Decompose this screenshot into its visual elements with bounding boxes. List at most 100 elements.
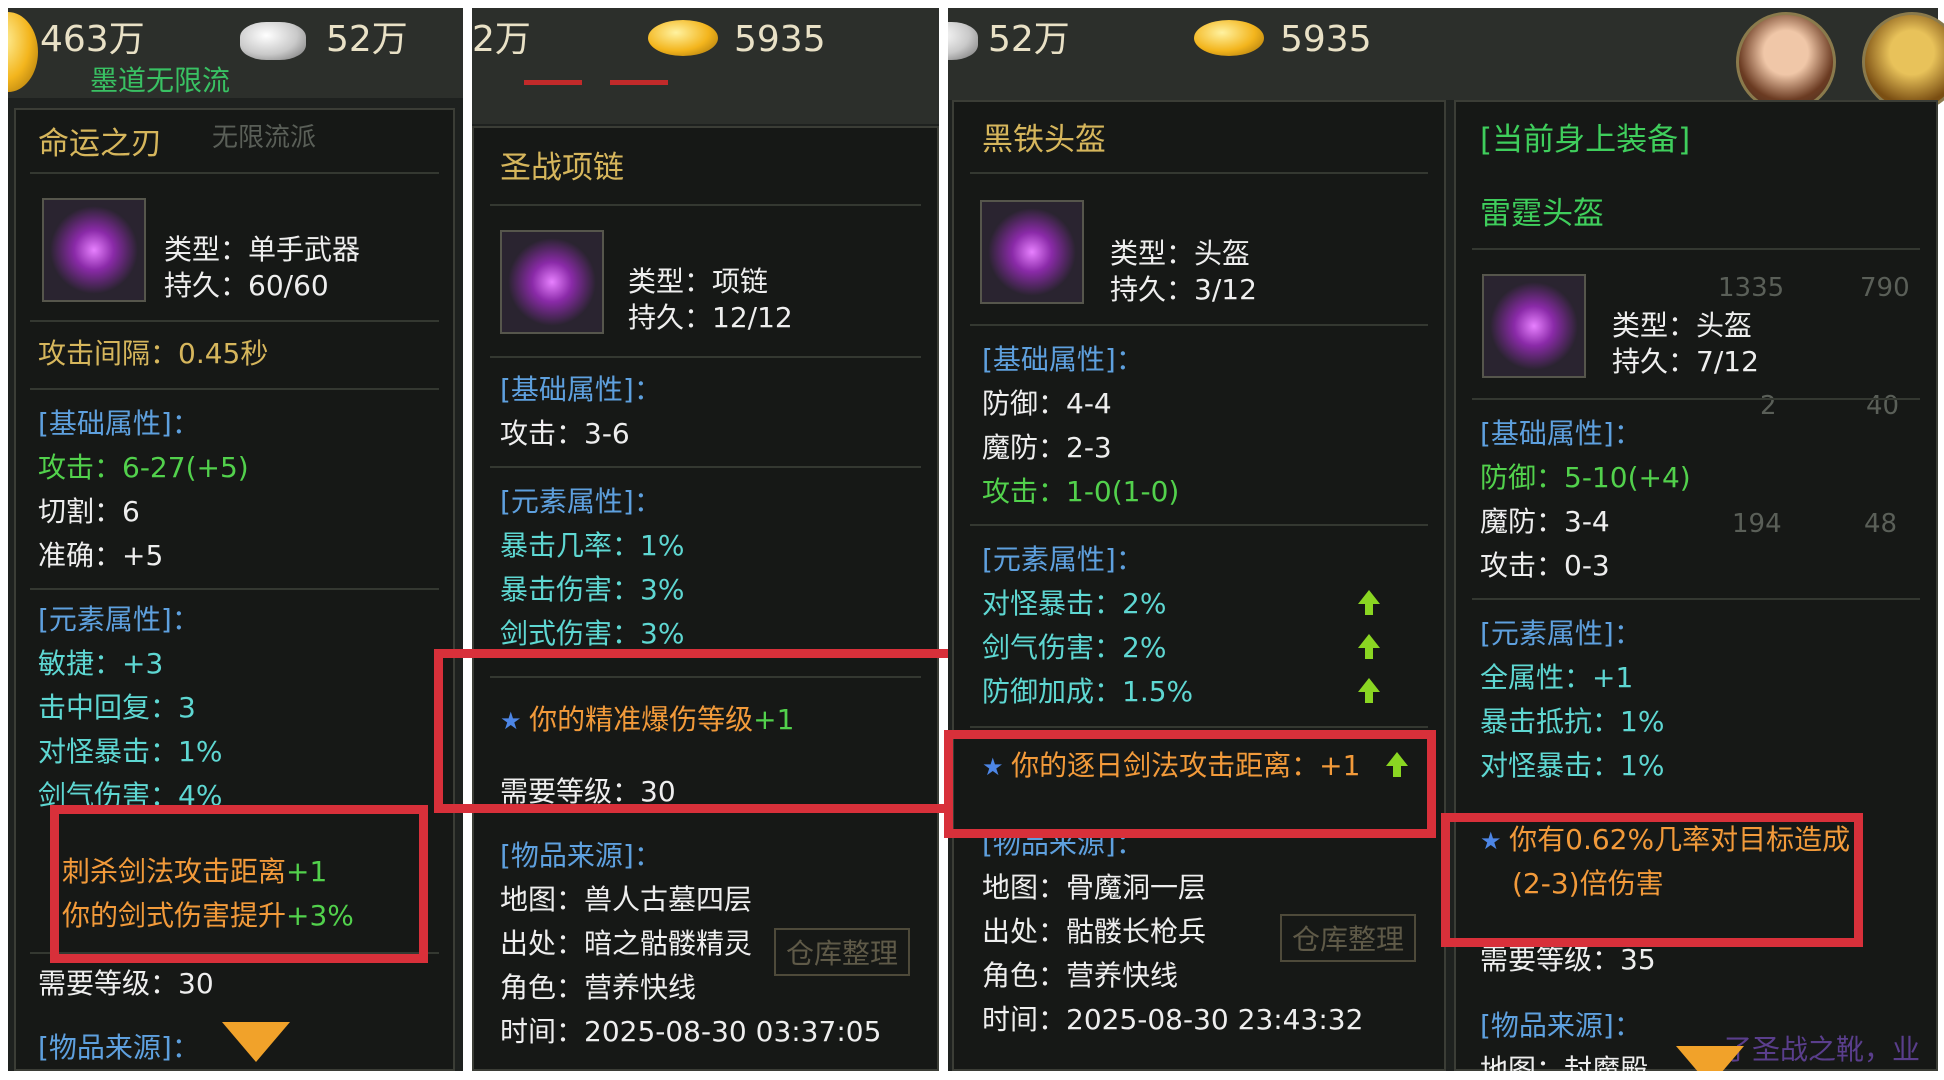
silver-pile-icon bbox=[948, 22, 978, 60]
source-origin: 出处：骷髅长枪兵 bbox=[982, 915, 1207, 948]
highlight-box-4 bbox=[1441, 813, 1863, 947]
highlight-box-3 bbox=[944, 730, 1436, 838]
scroll-down-arrow-icon[interactable] bbox=[222, 1022, 290, 1062]
item-name: 圣战项链 bbox=[500, 150, 624, 186]
defense-stat: 防御：4-4 bbox=[982, 387, 1112, 420]
sword-qi-damage-stat: 剑气伤害：2% bbox=[982, 631, 1167, 664]
tooltip-card: 黑铁头盔 类型：头盔 持久：3/12 [基础属性]： 防御：4-4 魔防：2-3… bbox=[952, 100, 1446, 1071]
accuracy-stat: 准确：+5 bbox=[38, 539, 164, 572]
bg-number: 1335 bbox=[1718, 273, 1785, 303]
crit-resist-stat: 暴击抵抗：1% bbox=[1480, 705, 1665, 738]
source-map: 地图：兽人古墓四层 bbox=[500, 883, 753, 916]
source-role: 角色：营养快线 bbox=[500, 971, 697, 1004]
element-attributes-header: [元素属性]： bbox=[500, 485, 662, 518]
bg-number: 2 bbox=[1760, 391, 1777, 421]
item-source-header: [物品来源]： bbox=[38, 1031, 200, 1064]
gold-amount: 2万 bbox=[472, 19, 531, 60]
storage-sort-button[interactable]: 仓库整理 bbox=[774, 928, 911, 976]
highlight-box-2 bbox=[434, 649, 960, 813]
bg-number: 48 bbox=[1864, 509, 1898, 539]
silver-amount: 52万 bbox=[326, 19, 408, 60]
source-role: 角色：营养快线 bbox=[982, 959, 1179, 992]
equipped-header: [当前身上装备] bbox=[1480, 122, 1691, 158]
base-attributes-header: [基础属性]： bbox=[38, 407, 200, 440]
item-tooltip-panel-2: 2万 5935 圣战项链 类型：项链 持久：12/12 [基础属性]： 攻击：3… bbox=[472, 8, 939, 1071]
source-map: 地图：骨魔洞一层 bbox=[982, 871, 1207, 904]
silver-amount: 52万 bbox=[988, 19, 1070, 60]
source-map-partial: 地图：封魔殿 bbox=[1480, 1053, 1649, 1071]
upgrade-arrow-icon bbox=[1358, 590, 1380, 615]
item-name: 雷霆头盔 bbox=[1480, 196, 1604, 232]
ingot-amount: 5935 bbox=[734, 19, 826, 60]
gold-ingot-icon bbox=[1194, 20, 1264, 56]
item-type: 类型：头盔 bbox=[1612, 309, 1753, 342]
defense-bonus-stat: 防御加成：1.5% bbox=[982, 675, 1194, 708]
necklace-item-icon bbox=[500, 230, 604, 334]
attack-interval: 攻击间隔：0.45秒 bbox=[38, 337, 269, 370]
item-name: 命运之刃 bbox=[38, 126, 162, 162]
crit-damage-stat: 暴击伤害：3% bbox=[500, 573, 685, 606]
element-attributes-header: [元素属性]： bbox=[38, 603, 200, 636]
source-origin: 出处：暗之骷髅精灵 bbox=[500, 927, 753, 960]
highlight-box-1 bbox=[50, 805, 428, 963]
item-source-header: [物品来源]： bbox=[500, 839, 662, 872]
item-tooltip-panel-3-card: 黑铁头盔 类型：头盔 持久：3/12 [基础属性]： 防御：4-4 魔防：2-3… bbox=[948, 100, 1454, 1071]
bg-number: 40 bbox=[1866, 391, 1900, 421]
monster-crit-stat: 对怪暴击：1% bbox=[38, 735, 223, 768]
defense-stat: 防御：5-10(+4) bbox=[1480, 461, 1691, 494]
source-time: 时间：2025-08-30 23:43:32 bbox=[982, 1003, 1364, 1036]
upgrade-arrow-icon bbox=[1358, 678, 1380, 703]
cut-stat: 切割：6 bbox=[38, 495, 140, 528]
top-resource-bar: 463万 52万 墨道无限流 bbox=[8, 8, 463, 98]
element-attributes-header: [元素属性]： bbox=[982, 543, 1144, 576]
attack-stat: 攻击：0-3 bbox=[1480, 549, 1610, 582]
hit-recover-stat: 击中回复：3 bbox=[38, 691, 196, 724]
item-type: 类型：项链 bbox=[628, 265, 769, 298]
bg-number: 194 bbox=[1732, 509, 1782, 539]
base-attributes-header: [基础属性]： bbox=[1480, 417, 1642, 450]
required-level: 需要等级：35 bbox=[1480, 943, 1656, 976]
character-avatar[interactable] bbox=[1736, 12, 1836, 112]
monster-crit-stat: 对怪暴击：1% bbox=[1480, 749, 1665, 782]
item-durability: 持久：60/60 bbox=[164, 269, 329, 302]
base-attributes-header: [基础属性]： bbox=[982, 343, 1144, 376]
attack-stat: 攻击：1-0(1-0) bbox=[982, 475, 1180, 508]
monster-crit-stat: 对怪暴击：2% bbox=[982, 587, 1167, 620]
silver-pile-icon bbox=[240, 22, 306, 60]
trade-icon[interactable] bbox=[1862, 12, 1944, 112]
gold-amount: 463万 bbox=[40, 19, 145, 60]
scroll-down-arrow-icon[interactable] bbox=[1676, 1046, 1744, 1071]
item-durability: 持久：12/12 bbox=[628, 301, 793, 334]
helmet-item-icon bbox=[980, 200, 1084, 304]
gold-ingot-icon bbox=[648, 20, 718, 56]
magic-defense-stat: 魔防：3-4 bbox=[1480, 505, 1610, 538]
gold-coin-icon bbox=[8, 12, 38, 92]
base-attributes-header: [基础属性]： bbox=[500, 373, 662, 406]
top-resource-bar: 52万 5935 bbox=[948, 8, 1944, 112]
tooltip-card: 圣战项链 类型：项链 持久：12/12 [基础属性]： 攻击：3-6 [元素属性… bbox=[472, 126, 939, 1071]
top-resource-bar: 2万 5935 bbox=[472, 8, 939, 124]
item-name: 黑铁头盔 bbox=[982, 122, 1106, 158]
background-chat-text: 了圣战之靴，业 bbox=[1724, 1033, 1921, 1066]
attack-stat: 攻击：3-6 bbox=[500, 417, 630, 450]
element-attributes-header: [元素属性]： bbox=[1480, 617, 1642, 650]
source-time: 时间：2025-08-30 03:37:05 bbox=[500, 1015, 882, 1048]
helmet-item-icon bbox=[1482, 274, 1586, 378]
agility-stat: 敏捷：+3 bbox=[38, 647, 164, 680]
sword-style-damage-stat: 剑式伤害：3% bbox=[500, 617, 685, 646]
required-level: 需要等级：30 bbox=[38, 967, 214, 1000]
item-durability: 持久：3/12 bbox=[1110, 273, 1257, 306]
item-type: 类型：头盔 bbox=[1110, 237, 1251, 270]
bg-number: 790 bbox=[1860, 273, 1910, 303]
magic-defense-stat: 魔防：2-3 bbox=[982, 431, 1112, 464]
item-type: 类型：单手武器 bbox=[164, 233, 361, 266]
sword-item-icon bbox=[42, 198, 146, 302]
upgrade-arrow-icon bbox=[1358, 634, 1380, 659]
faded-tab: 无限流派 bbox=[212, 123, 317, 153]
item-durability: 持久：7/12 bbox=[1612, 345, 1759, 378]
storage-sort-button[interactable]: 仓库整理 bbox=[1280, 914, 1417, 962]
attack-stat: 攻击：6-27(+5) bbox=[38, 451, 249, 484]
all-attributes-stat: 全属性：+1 bbox=[1480, 661, 1634, 694]
crit-rate-stat: 暴击几率：1% bbox=[500, 529, 685, 562]
ingot-amount: 5935 bbox=[1280, 19, 1372, 60]
